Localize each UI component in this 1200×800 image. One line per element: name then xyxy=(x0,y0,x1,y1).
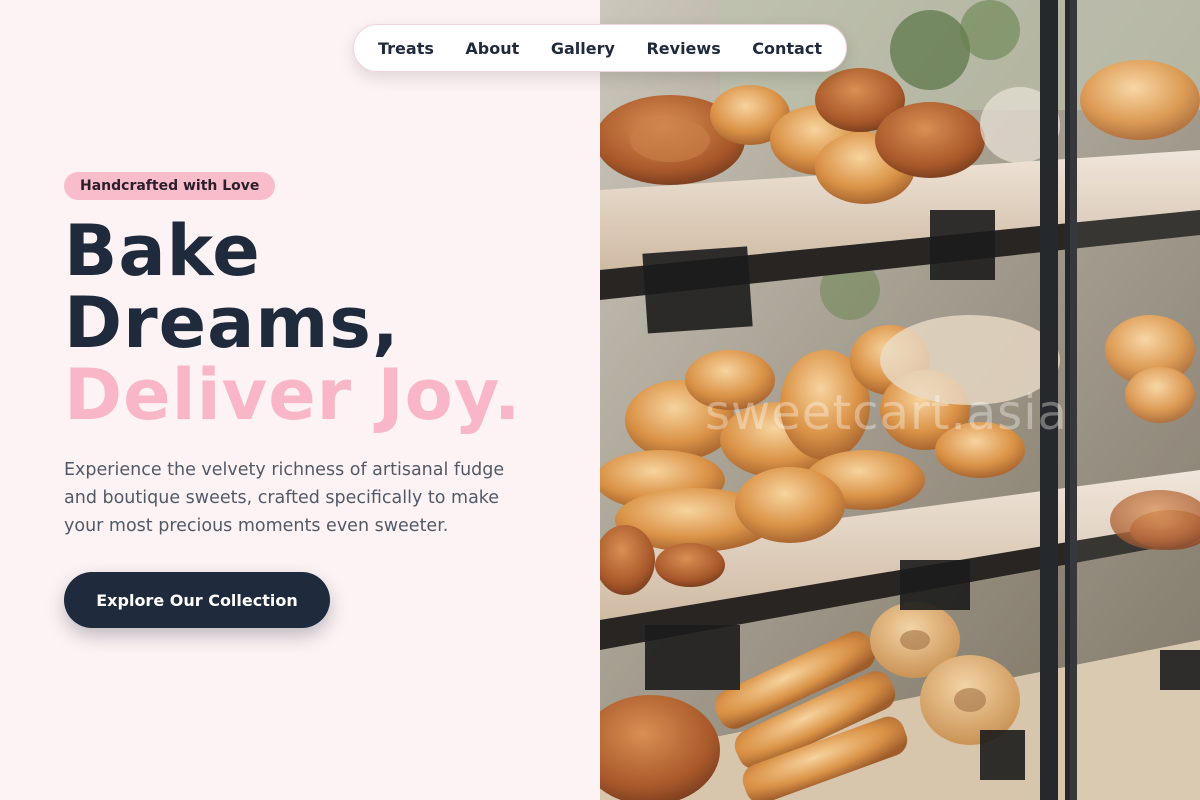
hero-badge: Handcrafted with Love xyxy=(64,172,276,200)
nav-item-about[interactable]: About xyxy=(465,39,519,58)
nav-item-treats[interactable]: Treats xyxy=(378,39,434,58)
hero-left-panel: Handcrafted with Love Bake Dreams, Deliv… xyxy=(0,0,600,800)
hero-description: Experience the velvety richness of artis… xyxy=(64,460,505,536)
headline-line-2: Dreams, xyxy=(64,282,400,364)
headline-line-3: Deliver Joy. xyxy=(64,354,522,436)
nav-item-gallery[interactable]: Gallery xyxy=(551,39,615,58)
nav-item-contact[interactable]: Contact xyxy=(752,39,822,58)
nav-item-reviews[interactable]: Reviews xyxy=(646,39,720,58)
top-navigation: Treats About Gallery Reviews Contact xyxy=(353,24,847,72)
explore-collection-button[interactable]: Explore Our Collection xyxy=(64,572,330,628)
hero-image: sweetcart.asia xyxy=(600,0,1200,800)
image-watermark: sweetcart.asia xyxy=(705,385,1068,441)
headline-line-1: Bake xyxy=(64,210,261,292)
hero-headline: Bake Dreams, Deliver Joy. xyxy=(64,215,522,431)
